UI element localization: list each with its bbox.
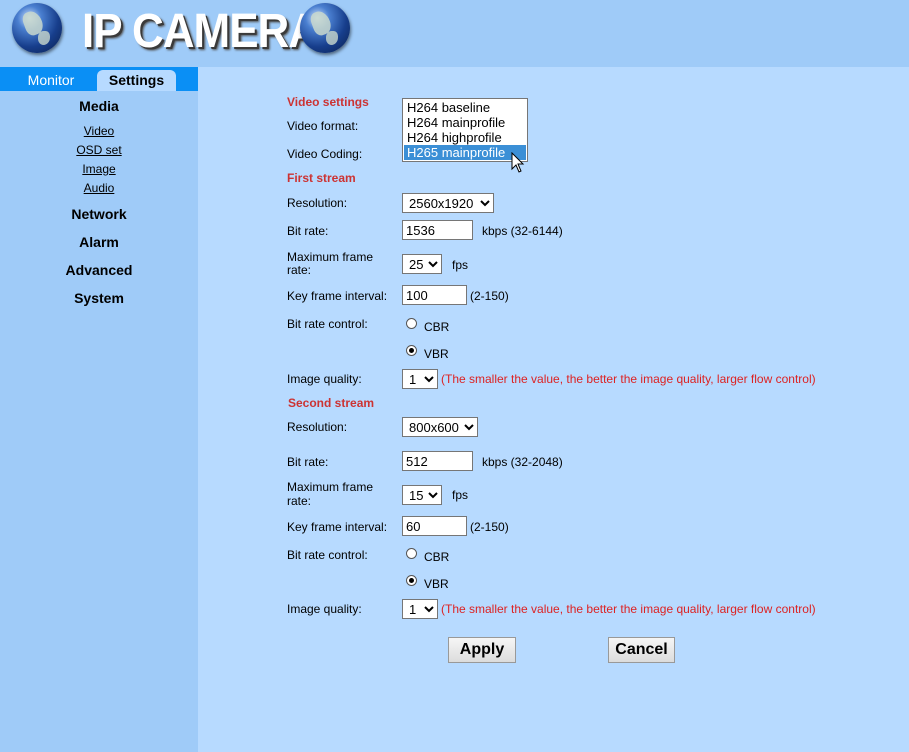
second-stream-title: Second stream: [288, 396, 375, 410]
first-max-fps-label: Maximum frame: [287, 250, 374, 264]
first-keyframe-label: Key frame interval:: [287, 289, 388, 303]
second-cbr-label: CBR: [424, 550, 450, 564]
second-bitrate-hint: kbps (32-2048): [482, 455, 563, 469]
first-max-fps-select[interactable]: 25: [402, 254, 442, 274]
second-max-fps-select[interactable]: 15: [402, 485, 442, 505]
first-stream-title: First stream: [287, 171, 356, 185]
video-coding-option-selected[interactable]: H265 mainprofile: [404, 145, 526, 160]
first-brc-label: Bit rate control:: [287, 317, 368, 331]
first-quality-note: (The smaller the value, the better the i…: [441, 372, 816, 386]
first-cbr-label: CBR: [424, 320, 450, 334]
second-keyframe-hint: (2-150): [470, 520, 509, 534]
apply-button[interactable]: Apply: [448, 637, 516, 663]
cancel-button[interactable]: Cancel: [608, 637, 675, 663]
globe-icon: [300, 3, 350, 53]
app-title: IP CAMERA: [82, 4, 320, 58]
first-fps-unit: fps: [452, 258, 469, 272]
second-bitrate-input[interactable]: [402, 451, 473, 471]
second-quality-note: (The smaller the value, the better the i…: [441, 602, 816, 616]
first-resolution-label: Resolution:: [287, 196, 348, 210]
video-coding-dropdown[interactable]: H264 baseline H264 mainprofile H264 high…: [402, 98, 528, 162]
video-coding-option[interactable]: H264 baseline: [404, 100, 526, 115]
first-resolution-select[interactable]: 2560x1920: [402, 193, 494, 213]
second-vbr-radio[interactable]: [406, 575, 417, 586]
first-keyframe-input[interactable]: [402, 285, 467, 305]
second-keyframe-label: Key frame interval:: [287, 520, 388, 534]
first-bitrate-label: Bit rate:: [287, 224, 329, 238]
sidebar-item-media[interactable]: Media: [0, 98, 198, 114]
sidebar-item-system[interactable]: System: [0, 290, 198, 306]
first-keyframe-hint: (2-150): [470, 289, 509, 303]
sidebar-item-video[interactable]: Video: [0, 124, 198, 138]
first-bitrate-hint: kbps (32-6144): [482, 224, 563, 238]
globe-icon: [12, 3, 62, 53]
second-keyframe-input[interactable]: [402, 516, 467, 536]
sidebar-item-audio[interactable]: Audio: [0, 181, 198, 195]
sidebar-item-advanced[interactable]: Advanced: [0, 262, 198, 278]
second-bitrate-label: Bit rate:: [287, 455, 329, 469]
first-quality-label: Image quality:: [287, 372, 362, 386]
second-vbr-label: VBR: [424, 577, 449, 591]
second-resolution-label: Resolution:: [287, 420, 348, 434]
video-coding-label: Video Coding:: [287, 147, 363, 161]
header: IP CAMERA: [0, 0, 909, 67]
video-coding-option[interactable]: H264 mainprofile: [404, 115, 526, 130]
second-max-fps-label-2: rate:: [287, 494, 312, 508]
video-format-label: Video format:: [287, 119, 359, 133]
video-settings-title: Video settings: [287, 95, 369, 109]
first-max-fps-label-2: rate:: [287, 263, 312, 277]
video-coding-option[interactable]: H264 highprofile: [404, 130, 526, 145]
second-quality-label: Image quality:: [287, 602, 362, 616]
sidebar-item-osd-set[interactable]: OSD set: [0, 143, 198, 157]
first-quality-select[interactable]: 1: [402, 369, 438, 389]
second-cbr-radio[interactable]: [406, 548, 417, 559]
mouse-cursor-icon: [511, 152, 525, 173]
sidebar-item-alarm[interactable]: Alarm: [0, 234, 198, 250]
tab-settings[interactable]: Settings: [97, 70, 176, 91]
first-vbr-label: VBR: [424, 347, 449, 361]
second-resolution-select[interactable]: 800x600: [402, 417, 478, 437]
second-max-fps-label: Maximum frame: [287, 480, 374, 494]
tab-monitor[interactable]: Monitor: [6, 70, 96, 91]
sidebar: Monitor Settings Media Video OSD set Ima…: [0, 67, 198, 752]
second-brc-label: Bit rate control:: [287, 548, 368, 562]
second-quality-select[interactable]: 1: [402, 599, 438, 619]
first-vbr-radio[interactable]: [406, 345, 417, 356]
second-fps-unit: fps: [452, 488, 469, 502]
sidebar-item-network[interactable]: Network: [0, 206, 198, 222]
tab-bar: Monitor Settings: [0, 67, 198, 91]
sidebar-item-image[interactable]: Image: [0, 162, 198, 176]
first-cbr-radio[interactable]: [406, 318, 417, 329]
first-bitrate-input[interactable]: [402, 220, 473, 240]
